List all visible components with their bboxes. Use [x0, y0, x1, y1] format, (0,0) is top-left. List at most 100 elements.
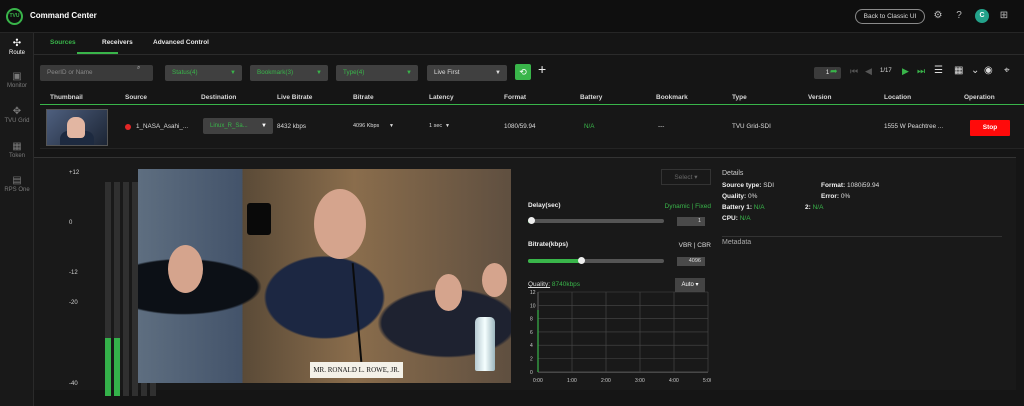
first-page-icon[interactable]: ⏮	[850, 66, 858, 77]
tab-advanced-control[interactable]: Advanced Control	[153, 39, 209, 46]
audio-meter-bar	[114, 182, 120, 396]
table-row[interactable]: 1_NASA_Asahi_... Linux_R_Sa... ▼ 8432 kbp…	[40, 106, 1024, 149]
column-header: Type	[732, 94, 747, 101]
y-tick-label: 8	[530, 317, 533, 323]
active-tab-indicator	[77, 52, 118, 54]
nav-route[interactable]: ✣ Route	[0, 38, 34, 56]
sort-select[interactable]: Live First ▼	[427, 65, 507, 81]
audio-meter-bar	[105, 182, 111, 396]
nav-monitor[interactable]: ▣ Monitor	[0, 71, 34, 89]
page-count: 1/17	[880, 68, 892, 74]
qr-code-icon: ▦	[12, 141, 22, 152]
target-icon[interactable]: ⌖	[1004, 65, 1010, 76]
person-head	[482, 263, 507, 297]
bitrate-slider-fill	[528, 259, 582, 263]
column-header: Format	[504, 94, 527, 101]
chevron-down-icon: ▼	[495, 70, 501, 76]
chevron-down-icon[interactable]: ▼	[445, 123, 450, 129]
live-bitrate: 8432 kbps	[277, 123, 307, 130]
speaker-nameplate: MR. RONALD L. ROWE, JR.	[310, 362, 403, 378]
delay-value-input[interactable]: 1	[677, 217, 705, 226]
share-icon[interactable]: ➦	[830, 66, 838, 77]
format-detail: Format: 1080i59.94	[821, 182, 880, 189]
type-filter[interactable]: Type(4) ▼	[336, 65, 418, 81]
nav-tvu-grid[interactable]: ✥ TVU Grid	[0, 106, 34, 124]
record-icon[interactable]: ◉	[984, 65, 993, 76]
x-tick-label: 0:00	[533, 378, 543, 384]
y-tick-label: 2	[530, 357, 533, 363]
bookmark-value: ---	[658, 123, 665, 130]
add-icon[interactable]: +	[538, 61, 546, 77]
details-title: Details	[722, 170, 744, 177]
column-header: Latency	[429, 94, 454, 101]
bitrate-mode-toggle[interactable]: VBR | CBR	[679, 242, 711, 249]
x-tick-label: 2:00	[601, 378, 611, 384]
details-divider	[722, 236, 1002, 237]
destination-select[interactable]: Linux_R_Sa... ▼	[203, 118, 273, 134]
route-icon: ✣	[12, 38, 22, 49]
top-bar: TVU Command Center Back to Classic UI ⚙ …	[0, 0, 1024, 33]
chevron-down-icon[interactable]: ⌄	[971, 65, 979, 76]
back-to-classic-button[interactable]: Back to Classic UI	[855, 9, 925, 24]
speaker-head	[314, 189, 366, 259]
source-thumbnail[interactable]	[46, 109, 108, 146]
grid-view-icon[interactable]: ▦	[954, 65, 963, 76]
bitrate-select[interactable]: 4096 Kbps	[353, 123, 379, 129]
avatar[interactable]: C	[975, 9, 989, 23]
bitrate-slider-handle[interactable]	[578, 257, 586, 264]
apps-icon[interactable]: ⊞	[998, 10, 1010, 22]
help-icon[interactable]: ?	[953, 10, 965, 22]
camera-in-scene	[247, 203, 271, 235]
tab-receivers[interactable]: Receivers	[102, 39, 133, 46]
last-page-icon[interactable]: ⏭	[917, 66, 925, 77]
delay-mode-toggle[interactable]: Dynamic | Fixed	[665, 203, 711, 210]
nav-token[interactable]: ▦ Token	[0, 141, 34, 159]
chevron-down-icon: ▼	[316, 70, 322, 76]
y-tick-label: 10	[530, 303, 536, 309]
format-value: 1080/59.94	[504, 123, 536, 130]
next-page-icon[interactable]: ▶	[902, 66, 909, 77]
y-tick-label: 4	[530, 343, 533, 349]
route-add-icon[interactable]: ⟲	[515, 64, 531, 80]
chevron-down-icon: ▼	[230, 70, 236, 76]
bookmark-filter[interactable]: Bookmark(3) ▼	[250, 65, 328, 81]
stop-button[interactable]: Stop	[970, 120, 1010, 136]
y-tick-label: 0	[530, 370, 533, 376]
error-detail: Error: 0%	[821, 193, 851, 200]
meter-scale-label: -40	[69, 381, 78, 387]
type-value: TVU Grid-SDI	[732, 123, 771, 130]
column-header: Bookmark	[656, 94, 688, 101]
video-preview[interactable]: MR. RONALD L. ROWE, JR.	[138, 169, 511, 383]
tab-sources[interactable]: Sources	[50, 39, 76, 46]
column-header: Destination	[201, 94, 237, 101]
column-header: Live Bitrate	[277, 94, 313, 101]
latency-select[interactable]: 1 sec	[429, 123, 442, 129]
x-tick-label: 3:00	[635, 378, 645, 384]
previous-page-icon[interactable]: ◀	[865, 66, 872, 77]
nav-rps-one[interactable]: ▤ RPS One	[0, 175, 34, 193]
bitrate-value-input[interactable]: 4096	[677, 257, 705, 266]
status-filter[interactable]: Status(4) ▼	[165, 65, 242, 81]
person-head	[168, 245, 203, 293]
delay-slider-handle[interactable]	[527, 217, 535, 224]
chevron-down-icon: ▼	[261, 123, 267, 129]
list-view-icon[interactable]: ☰	[934, 65, 943, 76]
delay-label: Delay(sec)	[528, 202, 561, 209]
chevron-down-icon[interactable]: ▼	[389, 123, 394, 129]
bitrate-slider[interactable]	[528, 257, 664, 264]
source-name: 1_NASA_Asahi_...	[136, 123, 189, 130]
receiver-select[interactable]: Select ▾	[661, 169, 711, 185]
app-title: Command Center	[30, 11, 97, 20]
tvu-logo: TVU	[6, 8, 23, 25]
gear-icon[interactable]: ⚙	[932, 10, 944, 22]
quality-readout: Quality: 8740kbps	[528, 281, 581, 288]
meter-scale-label: +12	[69, 170, 80, 176]
meter-scale-label: -12	[69, 270, 78, 276]
y-tick-label: 12	[530, 290, 536, 296]
battery-two-detail: 2: N/A	[805, 204, 824, 211]
column-header: Battery	[580, 94, 603, 101]
column-header: Version	[808, 94, 832, 101]
delay-slider[interactable]	[527, 217, 664, 224]
bitrate-label: Bitrate(kbps)	[528, 241, 569, 248]
details-panel: Details Source type: SDI Format: 1080i59…	[722, 170, 1002, 380]
